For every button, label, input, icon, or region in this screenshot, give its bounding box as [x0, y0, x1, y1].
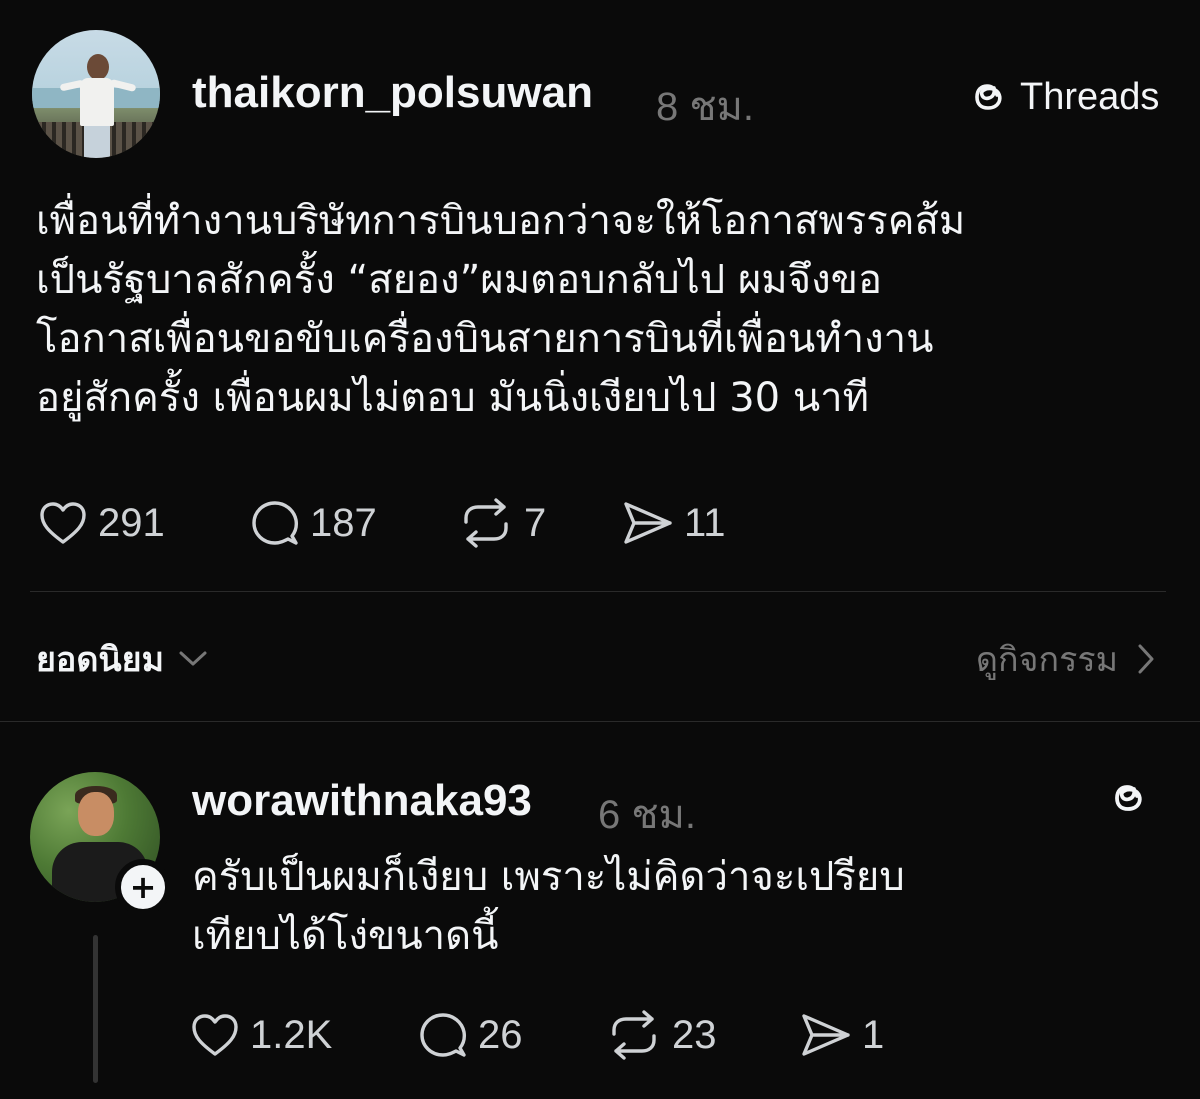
plus-icon: +	[129, 868, 157, 906]
activity-label: ดูกิจกรรม	[975, 640, 1118, 680]
avatar-photo-shirt	[80, 78, 114, 126]
reply-username[interactable]: worawithnaka93	[192, 776, 532, 826]
chevron-right-icon	[1138, 644, 1154, 674]
avatar-photo-head	[78, 792, 114, 836]
repost-icon	[612, 1010, 656, 1060]
thread-connector-line	[93, 935, 98, 1083]
threads-logo-icon[interactable]	[1104, 774, 1152, 822]
threads-brand[interactable]: Threads	[964, 72, 1159, 122]
post-body: เพื่อนที่ทำงานบริษัทการบินบอกว่าจะให้โอก…	[36, 198, 966, 421]
send-icon	[802, 1014, 850, 1056]
sort-dropdown[interactable]: ยอดนิยม	[36, 634, 208, 684]
share-button[interactable]: 11	[622, 498, 726, 548]
view-activity-link[interactable]: ดูกิจกรรม	[976, 634, 1156, 684]
heart-icon	[40, 502, 86, 544]
reply-timestamp: 6 ชม.	[598, 793, 696, 837]
threads-brand-label: Threads	[1020, 75, 1160, 118]
reply-comment-count: 26	[478, 1012, 523, 1057]
like-count: 291	[98, 500, 165, 545]
avatar-photo-head	[87, 54, 109, 80]
avatar-photo-legs	[84, 126, 110, 158]
repost-icon	[464, 498, 508, 548]
reply-like-count: 1.2K	[250, 1012, 333, 1057]
heart-icon	[192, 1014, 238, 1056]
reply-share-count: 1	[862, 1012, 885, 1057]
repost-count: 7	[524, 500, 547, 545]
divider	[30, 591, 1166, 592]
like-button[interactable]: 291	[38, 498, 165, 548]
reply-share-button[interactable]: 1	[800, 1010, 884, 1060]
reply-repost-count: 23	[672, 1012, 717, 1057]
share-count: 11	[684, 500, 726, 545]
sort-label: ยอดนิยม	[36, 640, 164, 680]
comment-count: 187	[310, 500, 377, 545]
comment-bubble-icon	[252, 501, 299, 545]
section-divider	[0, 721, 1200, 722]
chevron-down-icon	[179, 651, 207, 666]
threads-logo-icon	[975, 84, 1002, 110]
reply-like-button[interactable]: 1.2K	[190, 1010, 332, 1060]
send-icon	[624, 502, 672, 544]
avatar[interactable]	[32, 30, 160, 158]
reply-comment-button[interactable]: 26	[418, 1010, 523, 1060]
reply-repost-button[interactable]: 23	[606, 1010, 717, 1060]
reply-body: ครับเป็นผมก็เงียบ เพราะไม่คิดว่าจะเปรียบ…	[192, 854, 905, 959]
follow-button[interactable]: +	[115, 859, 171, 915]
post-timestamp: 8 ชม.	[656, 85, 754, 129]
post-username[interactable]: thaikorn_polsuwan	[192, 68, 593, 118]
comment-bubble-icon	[420, 1013, 467, 1057]
repost-button[interactable]: 7	[458, 498, 546, 548]
comment-button[interactable]: 187	[250, 498, 377, 548]
